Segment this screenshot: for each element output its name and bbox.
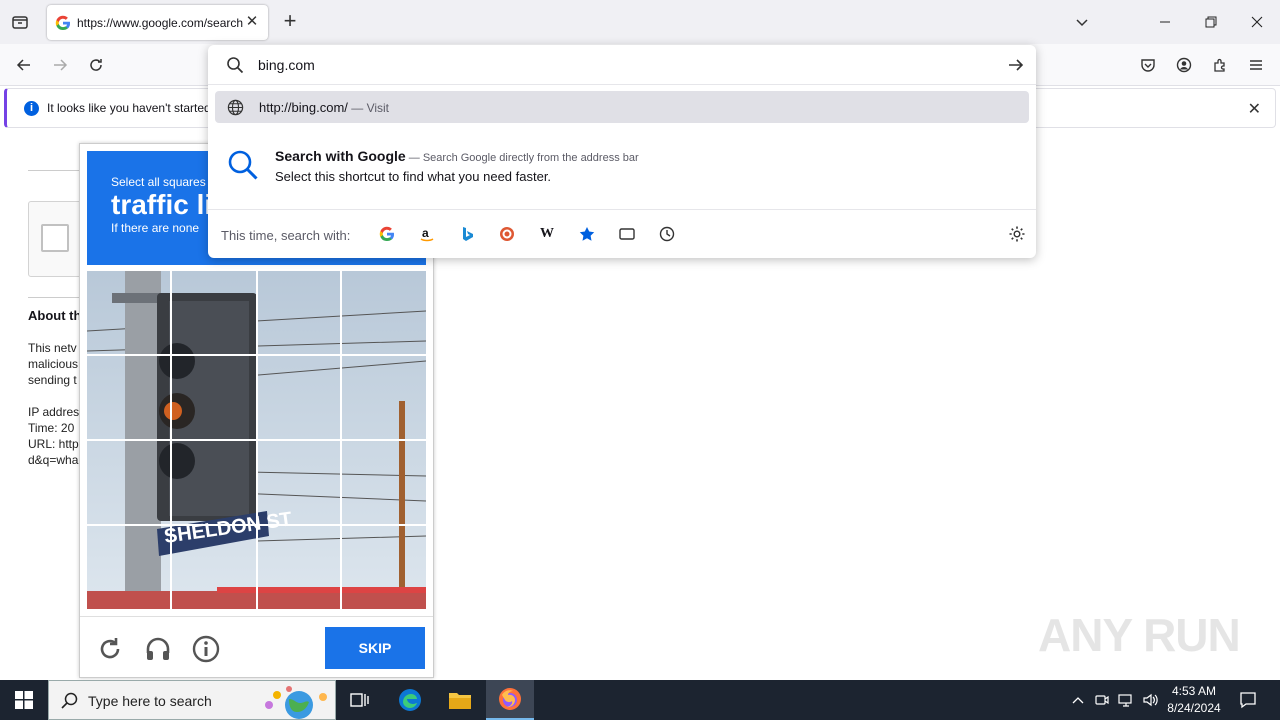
urlbar-value[interactable]: bing.com (258, 57, 315, 73)
separator: — (405, 152, 423, 164)
taskbar-search-box[interactable]: Type here to search (48, 680, 336, 720)
visit-url: http://bing.com/ (259, 100, 348, 115)
one-off-label: This time, search with: (221, 228, 351, 243)
skip-button[interactable]: SKIP (325, 627, 425, 669)
page-text-line: sending t (28, 373, 77, 387)
recaptcha-checkbox[interactable] (41, 224, 69, 252)
page-text-line: d&q=wha (28, 453, 79, 467)
large-search-icon (228, 150, 258, 180)
close-window-icon[interactable] (1244, 10, 1270, 34)
windows-taskbar: Type here to search 4:53 AM 8/24/2024 (0, 680, 1280, 720)
search-icon (227, 57, 244, 74)
page-text-line: URL: http (28, 437, 79, 451)
captcha-image-grid[interactable]: SHELDON ST (87, 271, 426, 609)
back-icon[interactable] (12, 53, 36, 77)
taskbar-search-placeholder: Type here to search (88, 693, 212, 709)
separator: — (347, 101, 367, 115)
duckduckgo-engine-icon[interactable] (498, 225, 516, 243)
info-circle-icon[interactable] (192, 635, 220, 663)
urlbar-input[interactable]: bing.com (208, 45, 1036, 85)
captcha-footer: SKIP (80, 616, 433, 678)
globe-icon (227, 99, 244, 116)
headphones-icon[interactable] (144, 635, 172, 663)
history-clock-icon[interactable] (658, 225, 676, 243)
extensions-icon[interactable] (1208, 53, 1232, 77)
minimize-icon[interactable] (1152, 10, 1178, 34)
page-text-line: malicious (28, 357, 79, 371)
file-explorer-icon[interactable] (436, 680, 484, 720)
page-text-line: This netv (28, 341, 77, 355)
network-icon[interactable] (1116, 680, 1136, 720)
new-tab-button[interactable]: + (280, 10, 300, 33)
search-with-google: Search with Google (275, 148, 406, 164)
volume-icon[interactable] (1140, 680, 1160, 720)
suggestion-subtitle: Select this shortcut to find what you ne… (275, 169, 552, 184)
tab-close-icon[interactable]: ✕ (244, 14, 260, 30)
tabs-icon[interactable] (618, 225, 636, 243)
show-hidden-icons-chevron-icon[interactable] (1068, 680, 1088, 720)
amazon-engine-icon[interactable]: a (418, 225, 436, 243)
google-engine-icon[interactable] (378, 225, 396, 243)
notification-close-icon[interactable]: ✕ (1248, 99, 1261, 119)
reload-icon[interactable] (84, 53, 108, 77)
reload-challenge-icon[interactable] (96, 635, 124, 663)
taskbar-search-icon (61, 692, 78, 709)
about-heading: About th (28, 308, 82, 323)
visit-action: Visit (366, 101, 390, 115)
traffic-light-photo: SHELDON ST (87, 271, 426, 609)
browser-tab[interactable]: https://www.google.com/search ✕ (47, 5, 268, 40)
svg-text:a: a (422, 226, 429, 240)
suggestion-title: Search with Google — Search Google direc… (275, 148, 639, 164)
one-off-search-bar: This time, search with: a W (208, 209, 1036, 258)
tab-list-icon[interactable] (8, 10, 32, 34)
clock-date: 8/24/2024 (1167, 701, 1221, 715)
page-text-line: IP addres (28, 405, 80, 419)
firefox-taskbar-icon[interactable] (486, 680, 534, 720)
tab-strip: https://www.google.com/search ✕ + (0, 0, 1280, 44)
menu-icon[interactable] (1244, 53, 1268, 77)
search-description: Search Google directly from the address … (422, 152, 639, 164)
notification-message: It looks like you haven't started (47, 101, 211, 115)
bookmarks-star-icon[interactable] (578, 225, 596, 243)
bing-engine-icon[interactable] (458, 225, 476, 243)
notification-center-icon[interactable] (1232, 680, 1264, 720)
search-settings-gear-icon[interactable] (1008, 225, 1026, 243)
windows-start-icon[interactable] (0, 680, 48, 720)
pocket-icon[interactable] (1136, 53, 1160, 77)
task-view-icon[interactable] (336, 680, 384, 720)
tab-title: https://www.google.com/search (77, 15, 243, 30)
search-highlight-globe-icon (265, 686, 327, 719)
restore-icon[interactable] (1198, 10, 1224, 34)
system-clock[interactable]: 4:53 AM 8/24/2024 (1162, 683, 1226, 717)
suggestion-visit-url[interactable]: http://bing.com/ — Visit (215, 91, 1029, 123)
suggestion-search-google[interactable]: Search with Google — Search Google direc… (215, 141, 1029, 189)
info-icon: i (24, 101, 39, 116)
urlbar-dropdown: bing.com http://bing.com/ — Visit Search… (208, 45, 1036, 258)
forward-icon[interactable] (48, 53, 72, 77)
suggestion-text: http://bing.com/ — Visit (259, 100, 389, 115)
go-arrow-icon[interactable] (1006, 55, 1026, 75)
edge-browser-icon[interactable] (386, 680, 434, 720)
google-favicon-icon (55, 15, 71, 30)
page-text-line: Time: 20 (28, 421, 75, 435)
meet-now-icon[interactable] (1092, 680, 1112, 720)
anyrun-watermark: ANY RUN (1038, 609, 1241, 661)
list-all-tabs-icon[interactable] (1069, 10, 1095, 34)
wikipedia-engine-icon[interactable]: W (538, 225, 556, 243)
clock-time: 4:53 AM (1171, 684, 1217, 698)
account-icon[interactable] (1172, 53, 1196, 77)
